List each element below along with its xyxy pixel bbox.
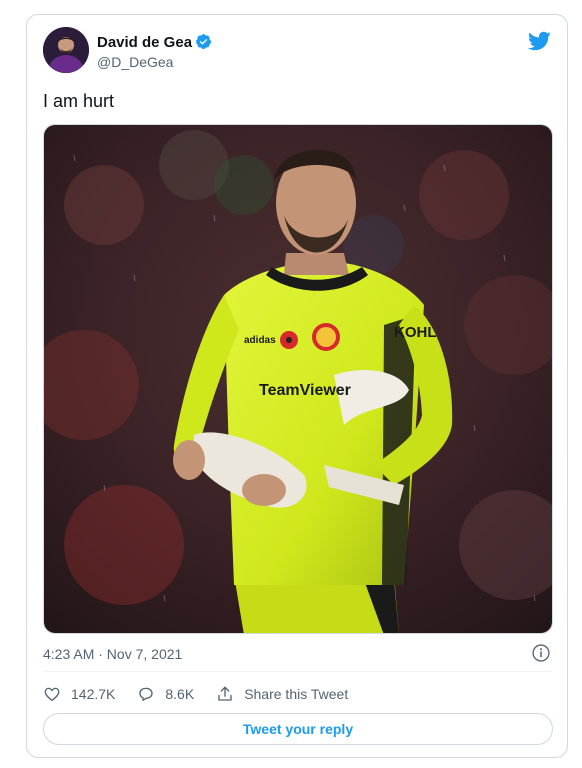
verified-badge-icon: [196, 34, 211, 49]
divider: [43, 671, 551, 672]
reply-count: 8.6K: [165, 686, 195, 702]
tweet-text: I am hurt: [43, 91, 115, 111]
avatar[interactable]: [43, 27, 89, 73]
like-count: 142.7K: [71, 686, 116, 702]
tweet-actions: 142.7K 8.6K Share this Tweet: [43, 683, 370, 705]
tweet-timestamp[interactable]: 4:23 AM · Nov 7, 2021: [43, 646, 182, 662]
share-button[interactable]: Share this Tweet: [216, 685, 348, 703]
tweet-your-reply-button[interactable]: Tweet your reply: [43, 713, 553, 745]
tweet-card: David de Gea @D_DeGea I am hurt adidas T…: [26, 14, 568, 758]
tweet-photo[interactable]: adidas TeamViewer KOHL: [43, 124, 553, 634]
sleeve-sponsor: KOHL: [394, 324, 437, 341]
reply-bubble-icon: [139, 687, 154, 702]
reply-button[interactable]: 8.6K: [137, 685, 194, 703]
jersey-sponsor: TeamViewer: [259, 382, 351, 399]
author-name[interactable]: David de Gea: [97, 34, 192, 51]
heart-icon: [44, 687, 60, 702]
info-icon[interactable]: [531, 643, 551, 663]
share-label: Share this Tweet: [244, 686, 349, 702]
adidas-logo: adidas: [244, 335, 276, 346]
goalkeeper-photo: adidas TeamViewer KOHL: [44, 125, 552, 633]
twitter-bird-icon[interactable]: [527, 29, 551, 53]
author-name-row[interactable]: David de Gea: [97, 33, 212, 51]
like-button[interactable]: 142.7K: [43, 685, 115, 703]
share-icon: [218, 686, 232, 701]
author-handle[interactable]: @D_DeGea: [97, 54, 173, 70]
